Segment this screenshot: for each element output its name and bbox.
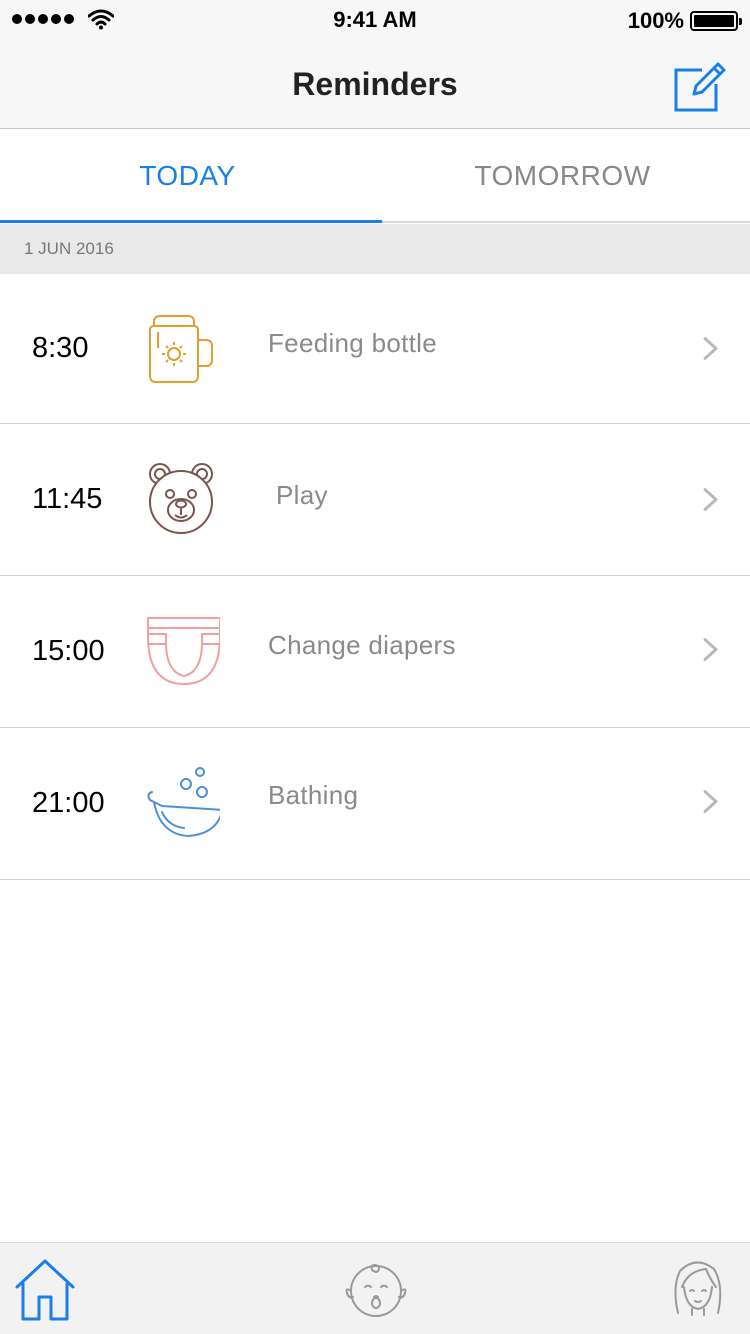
status-bar: 9:41 AM 100% [0,0,750,40]
mother-icon[interactable] [666,1257,730,1321]
chevron-right-icon [703,790,718,813]
compose-icon[interactable] [672,60,730,114]
reminder-row[interactable]: 15:00 Change diapers [0,576,750,728]
reminder-list: 8:30 Feeding bottle 11:45 Play 15:00 Cha… [0,274,750,880]
reminder-label: Play [276,480,328,510]
page-title: Reminders [292,66,458,102]
selected-tab-indicator [0,220,382,223]
teddy-bear-icon [149,463,213,534]
reminder-label: Change diapers [268,630,456,660]
tab-today[interactable]: TODAY [0,129,375,223]
diaper-icon [147,617,220,685]
reminder-time: 21:00 [32,787,105,819]
home-icon[interactable] [13,1257,77,1321]
reminder-row[interactable]: 11:45 Play [0,424,750,576]
section-date: 1 JUN 2016 [24,239,114,258]
battery-icon [690,11,742,31]
segmented-tabs: TODAY TOMORROW [0,129,750,223]
chevron-right-icon [703,488,718,511]
reminder-row[interactable]: 21:00 Bathing [0,728,750,880]
navigation-bar: Reminders [0,40,750,129]
reminder-label: Feeding bottle [268,328,437,358]
chevron-right-icon [703,337,718,360]
tab-tomorrow[interactable]: TOMORROW [375,129,750,223]
feeding-bottle-icon [149,315,213,383]
battery-percentage: 100% [627,8,684,33]
reminder-time: 11:45 [32,483,103,515]
reminder-time: 8:30 [32,332,89,364]
bathtub-icon [147,767,220,837]
reminder-time: 15:00 [32,635,105,667]
chevron-right-icon [703,638,718,661]
date-section-header: 1 JUN 2016 [0,224,750,274]
bottom-tab-bar [0,1242,750,1334]
reminder-label: Bathing [268,780,359,810]
baby-icon[interactable] [343,1257,407,1321]
reminder-row[interactable]: 8:30 Feeding bottle [0,274,750,424]
